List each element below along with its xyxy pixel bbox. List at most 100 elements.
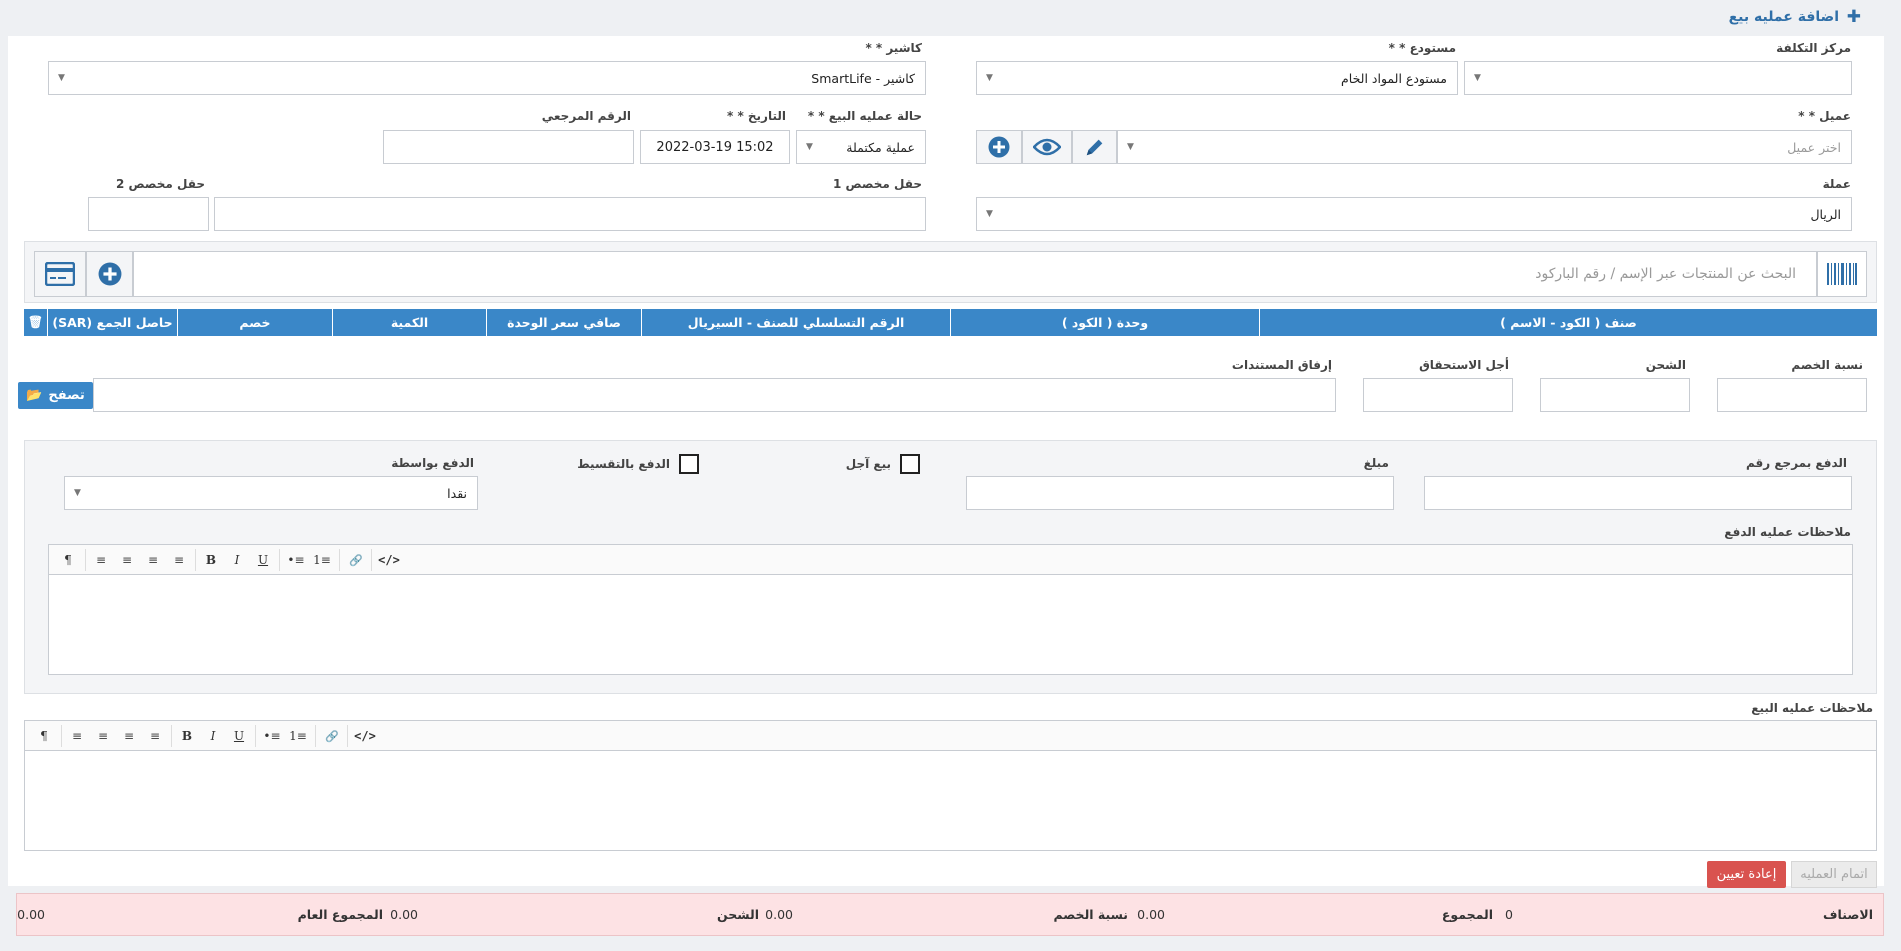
totals-grand-label: المجموع العام (297, 907, 383, 922)
paragraph-icon[interactable]: ¶ (33, 721, 55, 751)
complete-label: اتمام العمليه (1800, 867, 1868, 882)
bold-icon[interactable]: B (175, 721, 199, 751)
plus-circle-icon (988, 136, 1010, 158)
search-placeholder: البحث عن المنتجات عبر الإسم / رقم البارك… (1535, 266, 1796, 282)
underline-icon[interactable]: U (227, 721, 251, 751)
warehouse-select[interactable]: مستودع المواد الخام ▼ (976, 61, 1458, 95)
reference-input[interactable] (383, 130, 634, 164)
chevron-down-icon: ▼ (986, 73, 993, 83)
payment-method-select[interactable]: نقدا ▼ (64, 476, 478, 510)
plus-circle-icon (98, 262, 121, 286)
col-unit: وحدة ( الكود ) (950, 309, 1259, 336)
payment-notes-editor[interactable]: ¶ ≡ ≡ ≡ ≡ B I U •≡ 1≡ 🔗 </> (48, 544, 1853, 675)
view-customer-button[interactable] (1022, 130, 1072, 164)
cashier-value: كاشير - SmartLife (811, 70, 915, 86)
amount-input[interactable] (966, 476, 1394, 510)
underline-icon[interactable]: U (251, 545, 275, 575)
bullet-list-icon[interactable]: •≡ (283, 545, 309, 575)
customer-select[interactable]: اختر عميل ▼ (1117, 130, 1852, 164)
warehouse-value: مستودع المواد الخام (1341, 70, 1447, 86)
page-header: ✚ اضافة عمليه بيع (0, 0, 1901, 36)
sale-status-select[interactable]: عملية مكتملة ▼ (796, 130, 926, 164)
deferred-checkbox[interactable] (900, 454, 920, 474)
italic-icon[interactable]: I (225, 545, 249, 575)
page-title: اضافة عمليه بيع (1728, 9, 1839, 25)
link-icon[interactable]: 🔗 (319, 721, 345, 751)
edit-customer-button[interactable] (1072, 130, 1117, 164)
product-search-input[interactable]: البحث عن المنتجات عبر الإسم / رقم البارك… (133, 251, 1817, 297)
customer-placeholder: اختر عميل (1787, 139, 1841, 155)
totals-grand-value: 0.00 (17, 907, 45, 922)
custom1-label: حقل مخصص 1 (833, 177, 922, 191)
browse-button[interactable]: تصفح 📂 (18, 382, 93, 409)
installment-checkbox[interactable] (679, 454, 699, 474)
numbered-list-icon[interactable]: 1≡ (285, 721, 311, 751)
chevron-down-icon: ▼ (1127, 142, 1134, 152)
amount-label: مبلغ (1363, 456, 1389, 470)
totals-discount-label: نسبة الخصم (1053, 907, 1128, 922)
align-center-icon[interactable]: ≡ (91, 721, 115, 751)
date-value: 2022-03-19 15:02 (656, 139, 774, 155)
link-icon[interactable]: 🔗 (343, 545, 369, 575)
due-term-input[interactable] (1363, 378, 1513, 412)
eye-icon (1033, 138, 1061, 156)
align-left-icon[interactable]: ≡ (89, 545, 113, 575)
currency-value: الريال (1810, 206, 1841, 222)
sale-notes-editor[interactable]: ¶ ≡ ≡ ≡ ≡ B I U •≡ 1≡ 🔗 </> (24, 720, 1877, 851)
cashier-select[interactable]: كاشير - SmartLife ▼ (48, 61, 926, 95)
payment-method-value: نقدا (447, 485, 467, 501)
reset-button[interactable]: إعادة تعيين (1707, 861, 1786, 888)
installment-label: الدفع بالتقسيط (577, 457, 670, 471)
barcode-button[interactable] (1817, 251, 1867, 297)
custom1-input[interactable] (214, 197, 926, 231)
payment-ref-input[interactable] (1424, 476, 1852, 510)
pencil-icon (1086, 139, 1102, 156)
bold-icon[interactable]: B (199, 545, 223, 575)
totals-items-label: الاصناف (1823, 907, 1873, 922)
code-icon[interactable]: </> (351, 721, 379, 751)
attach-input[interactable] (93, 378, 1336, 412)
custom2-input[interactable] (88, 197, 209, 231)
currency-select[interactable]: الريال ▼ (976, 197, 1852, 231)
align-justify-icon[interactable]: ≡ (143, 721, 167, 751)
sale-status-label: حالة عمليه البيع * * (807, 109, 922, 123)
add-customer-button[interactable] (976, 130, 1022, 164)
reference-label: الرقم المرجعي (541, 109, 631, 123)
totals-items-value: 0 (1505, 907, 1513, 922)
chevron-down-icon: ▼ (986, 209, 993, 219)
align-left-icon[interactable]: ≡ (65, 721, 89, 751)
complete-button[interactable]: اتمام العمليه (1791, 861, 1877, 888)
col-net-price: صافي سعر الوحدة (486, 309, 641, 336)
sale-notes-label: ملاحظات عمليه البيع (1751, 701, 1873, 715)
customer-label: عميل * * (1798, 109, 1851, 123)
numbered-list-icon[interactable]: 1≡ (309, 545, 335, 575)
shipping-input[interactable] (1540, 378, 1690, 412)
discount-pct-label: نسبة الخصم (1791, 358, 1863, 372)
discount-pct-input[interactable] (1717, 378, 1867, 412)
code-icon[interactable]: </> (375, 545, 403, 575)
credit-card-icon (45, 262, 75, 286)
date-input[interactable]: 2022-03-19 15:02 (640, 130, 790, 164)
browse-label: تصفح (48, 388, 85, 403)
align-right-icon[interactable]: ≡ (141, 545, 165, 575)
barcode-icon (1827, 263, 1857, 285)
totals-sum-value: 0.00 (1137, 907, 1165, 922)
col-item: صنف ( الكود - الاسم ) (1259, 309, 1877, 336)
card-button[interactable] (34, 251, 86, 297)
cost-center-select[interactable]: ▼ (1464, 61, 1852, 95)
sale-status-value: عملية مكتملة (846, 139, 915, 155)
deferred-label: بيع آجل (845, 457, 891, 471)
currency-label: عملة (1822, 177, 1851, 191)
chevron-down-icon: ▼ (74, 488, 81, 498)
date-label: التاريخ * * (727, 109, 786, 123)
chevron-down-icon: ▼ (806, 142, 813, 152)
bullet-list-icon[interactable]: •≡ (259, 721, 285, 751)
items-table-header: صنف ( الكود - الاسم ) وحدة ( الكود ) الر… (24, 309, 1877, 336)
trash-icon[interactable]: 🗑 (24, 309, 47, 336)
align-center-icon[interactable]: ≡ (115, 545, 139, 575)
align-justify-icon[interactable]: ≡ (167, 545, 191, 575)
add-product-button[interactable] (86, 251, 133, 297)
italic-icon[interactable]: I (201, 721, 225, 751)
align-right-icon[interactable]: ≡ (117, 721, 141, 751)
paragraph-icon[interactable]: ¶ (57, 545, 79, 575)
